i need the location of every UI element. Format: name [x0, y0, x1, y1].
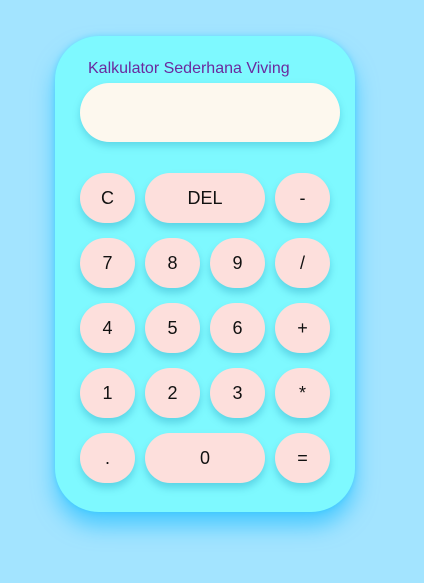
digit-9-button[interactable]: 9 — [210, 238, 265, 288]
calculator-display — [80, 83, 340, 142]
digit-2-button[interactable]: 2 — [145, 368, 200, 418]
calculator-title: Kalkulator Sederhana Viving — [88, 60, 290, 77]
calculator-body: Kalkulator Sederhana Viving C DEL - 7 8 … — [55, 36, 355, 512]
divide-button[interactable]: / — [275, 238, 330, 288]
digit-1-button[interactable]: 1 — [80, 368, 135, 418]
decimal-point-button[interactable]: . — [80, 433, 135, 483]
digit-5-button[interactable]: 5 — [145, 303, 200, 353]
clear-button[interactable]: C — [80, 173, 135, 223]
delete-button[interactable]: DEL — [145, 173, 265, 223]
digit-7-button[interactable]: 7 — [80, 238, 135, 288]
digit-0-button[interactable]: 0 — [145, 433, 265, 483]
plus-button[interactable]: + — [275, 303, 330, 353]
equals-button[interactable]: = — [275, 433, 330, 483]
digit-6-button[interactable]: 6 — [210, 303, 265, 353]
digit-8-button[interactable]: 8 — [145, 238, 200, 288]
digit-4-button[interactable]: 4 — [80, 303, 135, 353]
minus-button[interactable]: - — [275, 173, 330, 223]
multiply-button[interactable]: * — [275, 368, 330, 418]
digit-3-button[interactable]: 3 — [210, 368, 265, 418]
